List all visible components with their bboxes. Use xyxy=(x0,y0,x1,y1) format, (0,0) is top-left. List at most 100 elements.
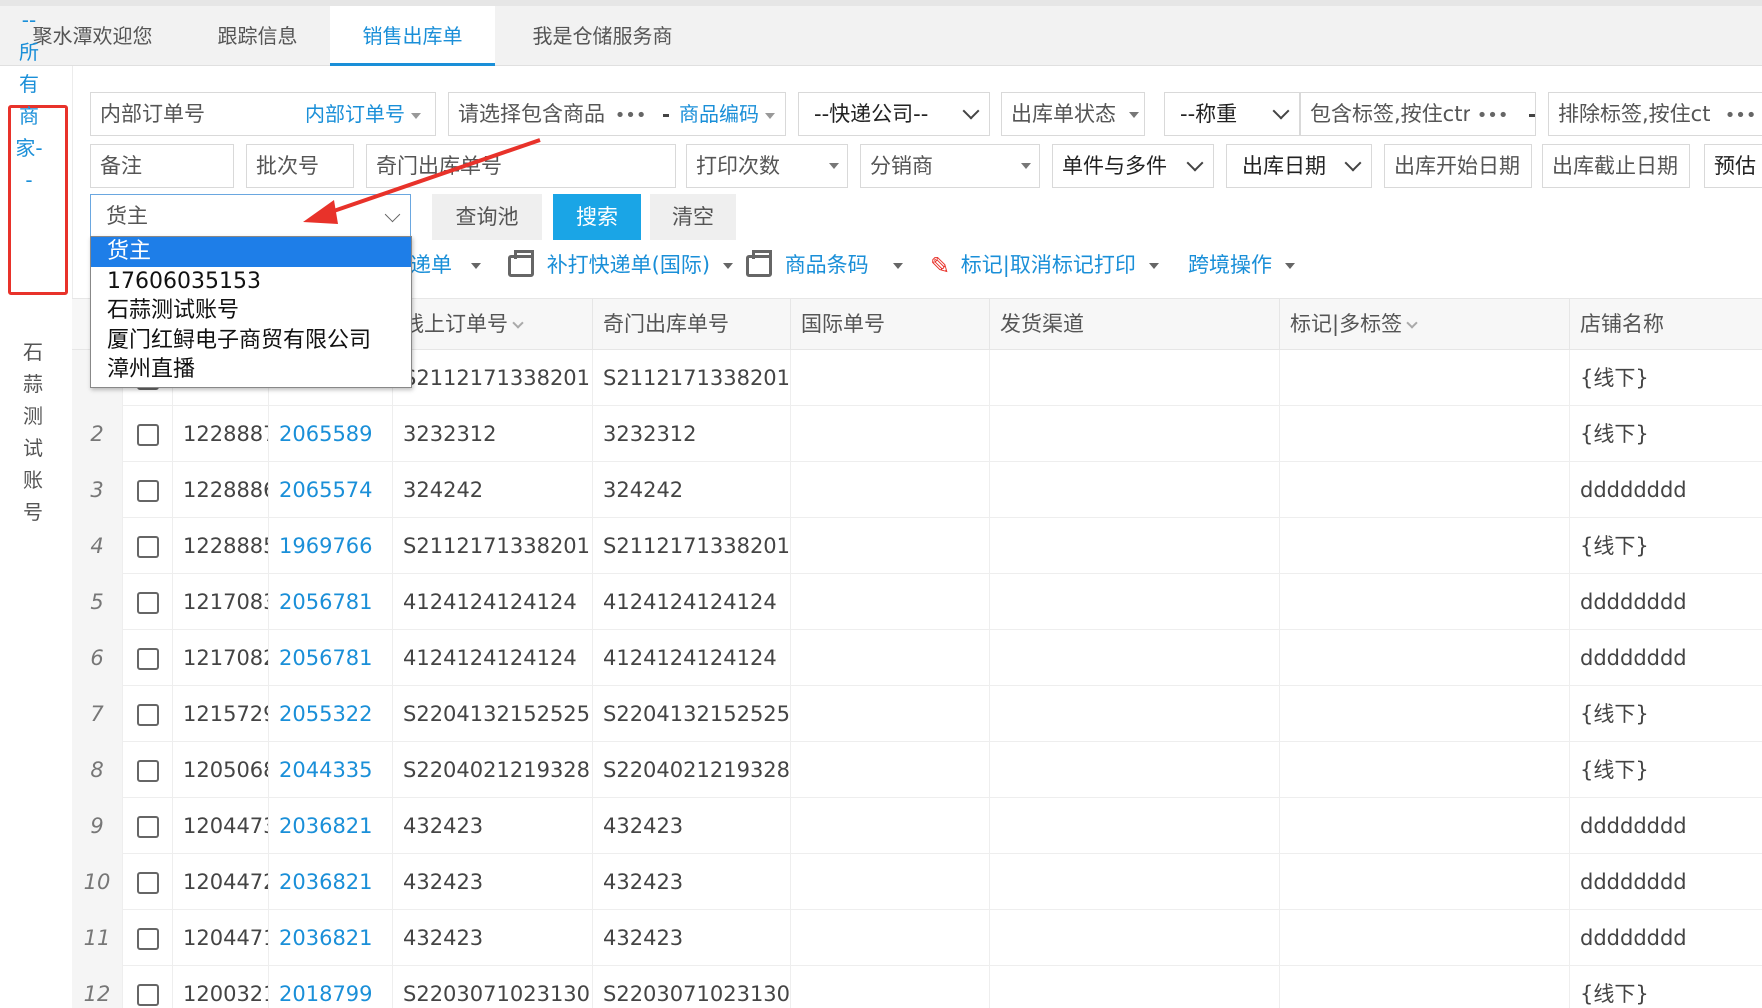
tab-warehouse-provider[interactable]: 我是仓储服务商 xyxy=(495,6,710,66)
row-checkbox[interactable] xyxy=(137,760,159,782)
row-id: 1217082 xyxy=(172,630,268,686)
row-id: 1228886 xyxy=(172,462,268,518)
row-checkbox[interactable] xyxy=(137,424,159,446)
row-internal-order-link[interactable]: 2056781 xyxy=(268,630,392,686)
row-checkbox[interactable] xyxy=(137,872,159,894)
outbound-date-select[interactable]: 出库日期 xyxy=(1226,144,1372,188)
owner-select[interactable]: 货主 xyxy=(90,194,411,240)
table-row[interactable]: 2 1228887 2065589 3232312 3232312 {线下} xyxy=(72,406,1762,462)
row-checkbox-cell xyxy=(122,518,172,574)
row-checkbox[interactable] xyxy=(137,592,159,614)
remark-input[interactable]: 备注 xyxy=(90,144,234,188)
minus-icon[interactable] xyxy=(1529,113,1535,117)
row-tags xyxy=(1279,742,1569,798)
express-company-label: --快递公司-- xyxy=(814,102,929,126)
row-tags xyxy=(1279,798,1569,854)
row-intl-no xyxy=(790,854,989,910)
contains-goods-input[interactable]: 请选择包含商品 ••• 商品编码 xyxy=(448,92,786,136)
owner-option[interactable]: 厦门红鲟电子商贸有限公司 xyxy=(91,326,411,356)
table-row[interactable]: 7 1215729 2055322 S2204132152525... S2204132… xyxy=(72,686,1762,742)
table-row[interactable]: 11 1204471 2036821 432423 432423 dddddddd xyxy=(72,910,1762,966)
express-bill-menu[interactable]: 递单 xyxy=(410,250,481,280)
query-pool-button[interactable]: 查询池 xyxy=(432,194,542,240)
barcode-menu[interactable]: 商品条码 xyxy=(746,250,904,280)
row-ship-channel xyxy=(989,630,1279,686)
internal-order-input[interactable]: 内部订单号 内部订单号 xyxy=(90,92,436,136)
column-tags-label: 标记|多标签 xyxy=(1290,312,1403,336)
table-row[interactable]: 3 1228886 2065574 324242 324242 dddddddd xyxy=(72,462,1762,518)
batch-input[interactable]: 批次号 xyxy=(246,144,354,188)
row-checkbox[interactable] xyxy=(137,704,159,726)
column-tags[interactable]: 标记|多标签 xyxy=(1279,299,1569,349)
row-checkbox[interactable] xyxy=(137,984,159,1006)
row-ship-channel xyxy=(989,686,1279,742)
table-row[interactable]: 6 1217082 2056781 4124124124124 412412412412… xyxy=(72,630,1762,686)
weigh-select[interactable]: --称重 xyxy=(1164,92,1300,136)
tab-sales-outbound[interactable]: 销售出库单 xyxy=(330,6,495,66)
include-tags-placeholder: 包含标签,按住ctrl xyxy=(1310,102,1470,126)
estimate-select[interactable]: 预估 xyxy=(1704,144,1762,188)
row-id: 1228885 xyxy=(172,518,268,574)
owner-option[interactable]: 漳州直播 xyxy=(91,355,411,385)
table-row[interactable]: 12 1200321 2018799 S2203071023130... S220307… xyxy=(72,966,1762,1008)
caret-down-icon xyxy=(829,163,839,169)
merchant-account-item[interactable]: 石蒜测试账号 xyxy=(18,336,48,528)
row-checkbox[interactable] xyxy=(137,480,159,502)
table-row[interactable]: 8 1205068 2044335 S2204021219328... S2204021… xyxy=(72,742,1762,798)
print-count-select[interactable]: 打印次数 xyxy=(686,144,848,188)
row-internal-order-link[interactable]: 2036821 xyxy=(268,798,392,854)
table-row[interactable]: 5 1217083 2056781 4124124124124 412412412412… xyxy=(72,574,1762,630)
mark-print-menu[interactable]: ✎ 标记|取消标记打印 xyxy=(930,250,1159,280)
row-internal-order-link[interactable]: 2044335 xyxy=(268,742,392,798)
row-number: 4 xyxy=(72,518,122,574)
tab-tracking[interactable]: 跟踪信息 xyxy=(185,6,330,66)
row-intl-no xyxy=(790,910,989,966)
include-tags-input[interactable]: 包含标签,按住ctrl ••• xyxy=(1300,92,1536,136)
row-internal-order-link[interactable]: 2065589 xyxy=(268,406,392,462)
row-checkbox[interactable] xyxy=(137,648,159,670)
single-multi-select[interactable]: 单件与多件 xyxy=(1052,144,1214,188)
row-internal-order-link[interactable]: 2056781 xyxy=(268,574,392,630)
table-row[interactable]: 10 1204472 2036821 432423 432423 dddddddd xyxy=(72,854,1762,910)
sort-icon[interactable] xyxy=(1406,317,1418,329)
row-tags xyxy=(1279,910,1569,966)
column-online-order[interactable]: 线上订单号 xyxy=(392,299,592,349)
row-internal-order-link[interactable]: 2018799 xyxy=(268,966,392,1008)
internal-order-type-select[interactable]: 内部订单号 xyxy=(291,93,435,135)
express-company-select[interactable]: --快递公司-- xyxy=(798,92,990,136)
row-shop-name: dddddddd xyxy=(1569,798,1762,854)
owner-option[interactable]: 石蒜测试账号 xyxy=(91,296,411,326)
table-row[interactable]: 4 1228885 1969766 S2112171338201... S2112171… xyxy=(72,518,1762,574)
column-online-order-label: 线上订单号 xyxy=(403,312,508,336)
reprint-intl-menu[interactable]: 补打快递单(国际) xyxy=(508,250,733,280)
outbound-status-select[interactable]: 出库单状态 xyxy=(1001,92,1145,136)
row-internal-order-link[interactable]: 2036821 xyxy=(268,854,392,910)
exclude-tags-input[interactable]: 排除标签,按住ct ••• xyxy=(1548,92,1762,136)
row-online-order: 432423 xyxy=(392,910,592,966)
qimen-outbound-input[interactable]: 奇门出库单号 xyxy=(366,144,676,188)
outbound-end-date-placeholder: 出库截止日期 xyxy=(1552,154,1678,178)
row-checkbox[interactable] xyxy=(137,928,159,950)
all-merchants-link[interactable]: --所有商家-- xyxy=(14,4,44,196)
row-online-order: S2112171338201... xyxy=(392,350,592,406)
distributor-select[interactable]: 分销商 xyxy=(860,144,1040,188)
row-id: 1228887 xyxy=(172,406,268,462)
cross-border-menu[interactable]: 跨境操作 xyxy=(1188,250,1295,280)
outbound-end-date-input[interactable]: 出库截止日期 xyxy=(1542,144,1690,188)
sort-icon[interactable] xyxy=(512,317,524,329)
row-internal-order-link[interactable]: 2055322 xyxy=(268,686,392,742)
row-internal-order-link[interactable]: 1969766 xyxy=(268,518,392,574)
owner-option[interactable]: 17606035153 xyxy=(91,267,411,297)
row-internal-order-link[interactable]: 2065574 xyxy=(268,462,392,518)
row-checkbox[interactable] xyxy=(137,536,159,558)
owner-option[interactable]: 货主 xyxy=(91,237,411,267)
row-internal-order-link[interactable]: 2036821 xyxy=(268,910,392,966)
row-tags xyxy=(1279,630,1569,686)
goods-code-select[interactable]: 商品编码 xyxy=(669,93,785,135)
table-row[interactable]: 9 1204473 2036821 432423 432423 dddddddd xyxy=(72,798,1762,854)
outbound-start-date-input[interactable]: 出库开始日期 xyxy=(1384,144,1532,188)
clear-button[interactable]: 清空 xyxy=(650,194,736,240)
top-tab-bar: 聚水潭欢迎您 跟踪信息 销售出库单 我是仓储服务商 xyxy=(0,0,1762,66)
row-checkbox[interactable] xyxy=(137,816,159,838)
search-button[interactable]: 搜索 xyxy=(553,194,641,240)
